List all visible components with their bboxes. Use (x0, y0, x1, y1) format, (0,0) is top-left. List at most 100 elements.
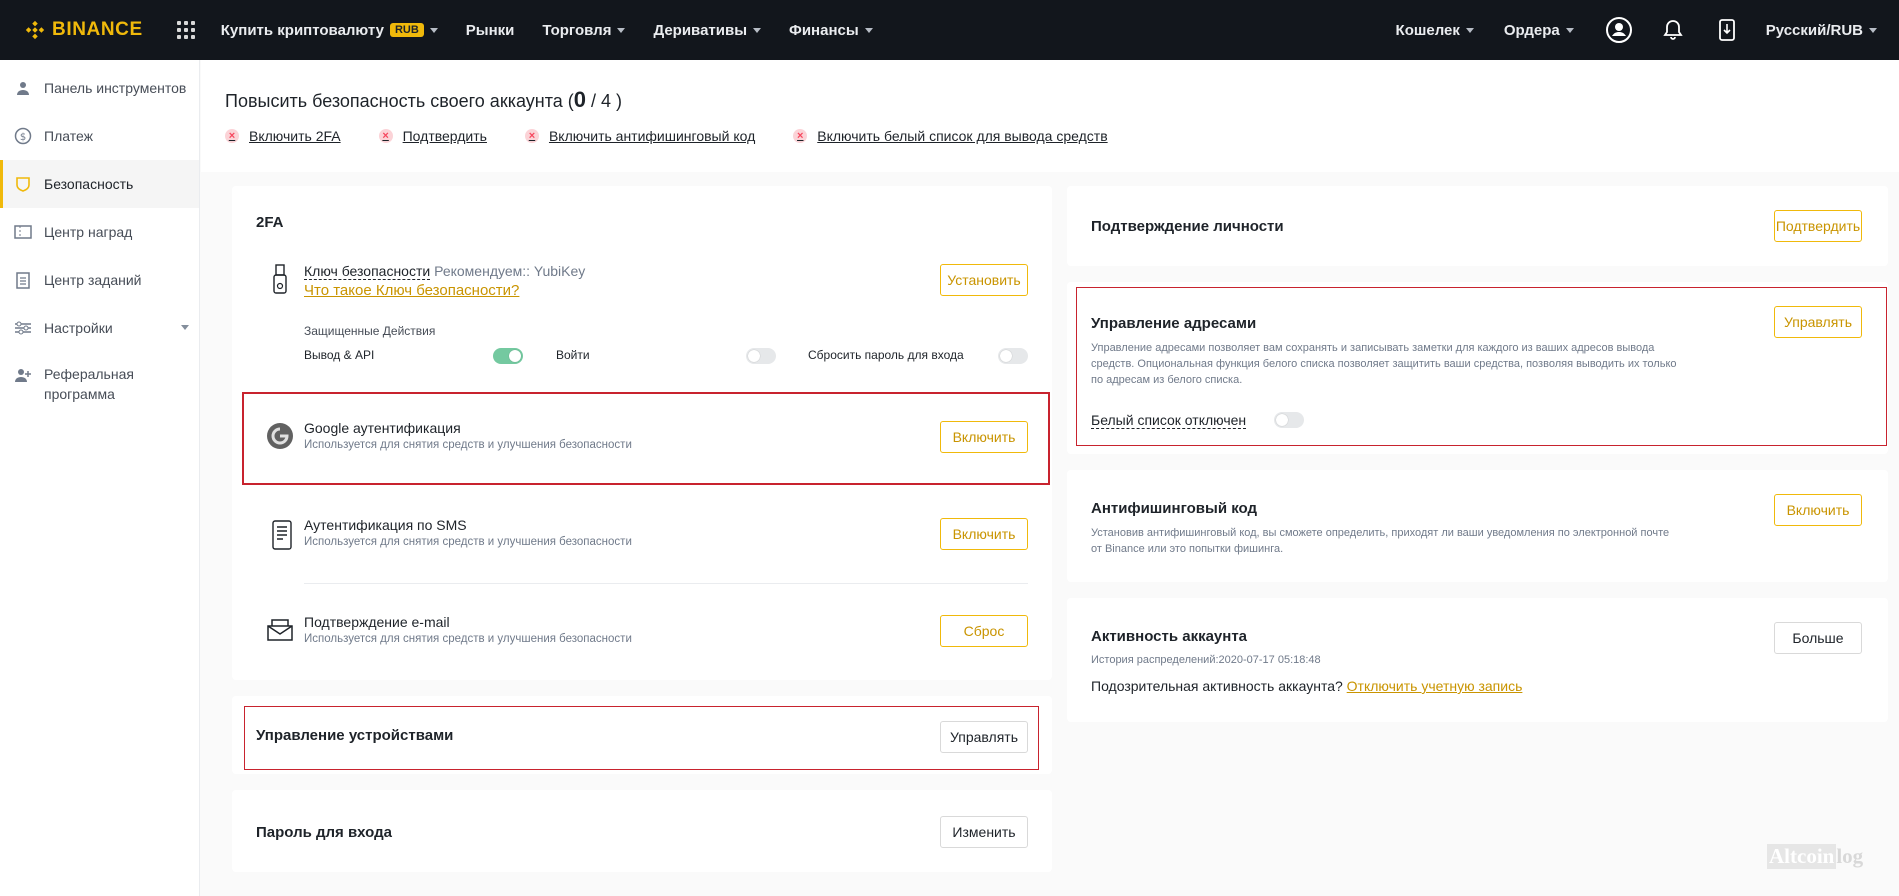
identity-card: Подтверждение личности Подтвердить (1067, 186, 1888, 266)
top-navigation-bar: BINANCE Купить криптовалюту RUB Рынки То… (0, 0, 1899, 60)
watermark-part: Altcoin (1767, 844, 1837, 869)
sidebar-item-label: Центр заданий (44, 272, 142, 288)
chevron-down-icon (617, 27, 626, 33)
sidebar-item-tasks[interactable]: Центр заданий (0, 256, 199, 304)
close-icon: × (225, 129, 239, 143)
add-user-icon (14, 366, 32, 384)
security-key-info-link[interactable]: Что такое Ключ безопасности? (304, 282, 519, 299)
verify-identity-button[interactable]: Подтвердить (1774, 210, 1862, 242)
login-toggle[interactable] (746, 348, 776, 364)
manage-devices-button[interactable]: Управлять (940, 721, 1028, 753)
nav-right: Кошелек Ордера Русский/RUB (1396, 0, 1877, 60)
withdraw-api-label: Вывод & API (304, 348, 375, 362)
sidebar-item-label: Настройки (44, 320, 113, 336)
progress-separator: / (586, 91, 602, 111)
todo-label: Включить 2FA (249, 128, 341, 144)
apps-grid-icon[interactable] (176, 21, 195, 39)
google-auth-subtitle: Используется для снятия средств и улучше… (304, 439, 632, 451)
reset-password-toggle[interactable] (998, 348, 1028, 364)
nav-buy-crypto[interactable]: Купить криптовалюту RUB (221, 22, 438, 39)
shield-icon (14, 175, 32, 193)
manage-addresses-button[interactable]: Управлять (1774, 306, 1862, 338)
enable-antiphishing-button[interactable]: Включить (1774, 494, 1862, 526)
svg-text:$: $ (20, 132, 26, 143)
address-desc-line: по адресам из белого списка. (1091, 374, 1243, 386)
twofa-card: 2FA Ключ безопасности Рекомендуем:: Yubi… (232, 186, 1052, 680)
binance-logo[interactable]: BINANCE (24, 19, 143, 41)
todo-antiphishing[interactable]: × Включить антифишинговый код (524, 128, 756, 144)
sidebar-item-label: Платеж (44, 128, 93, 144)
todo-whitelist[interactable]: × Включить белый список для вывода средс… (793, 128, 1108, 144)
altcoinlog-watermark: Altcoin log (1767, 844, 1863, 869)
todo-label: Включить белый список для вывода средств (817, 128, 1108, 144)
nav-buy-crypto-label: Купить криптовалюту (220, 21, 384, 39)
change-password-button[interactable]: Изменить (940, 816, 1028, 848)
todo-label: Подтвердить (402, 128, 487, 144)
antiphishing-title: Антифишинговый код (1091, 500, 1258, 517)
todo-label: Включить антифишинговый код (548, 128, 756, 144)
nav-wallet-label: Кошелек (1395, 21, 1460, 39)
currency-badge: RUB (389, 23, 424, 37)
email-icon (266, 618, 294, 647)
address-management-card: Управление адресами Управление адресами … (1067, 282, 1888, 454)
whitelist-toggle[interactable] (1274, 412, 1304, 428)
enable-google-auth-button[interactable]: Включить (940, 421, 1028, 453)
nav-finance-label: Финансы (789, 21, 859, 39)
sidebar-item-referral[interactable]: Реферальная программа (0, 352, 199, 410)
nav-wallet[interactable]: Кошелек (1396, 22, 1474, 39)
security-key-recommend: Рекомендуем:: YubiKey (434, 263, 586, 279)
withdraw-api-toggle[interactable] (493, 348, 523, 364)
sidebar-item-dashboard[interactable]: Панель инструментов (0, 64, 199, 112)
email-verify-title: Подтверждение e-mail (304, 614, 450, 630)
sidebar-item-settings[interactable]: Настройки (0, 304, 199, 352)
chevron-down-icon (1869, 27, 1877, 33)
todo-verify[interactable]: × Подтвердить (378, 128, 487, 144)
nav-derivatives[interactable]: Деривативы (653, 22, 762, 39)
login-password-card: Пароль для входа Изменить (232, 790, 1052, 872)
reset-email-button[interactable]: Сброс (940, 615, 1028, 647)
page-title-close: ) (611, 91, 623, 111)
todo-enable-2fa[interactable]: × Включить 2FA (225, 128, 341, 144)
language-selector[interactable]: Русский/RUB (1766, 22, 1877, 39)
install-security-key-button[interactable]: Установить (940, 264, 1028, 296)
brand-name: BINANCE (52, 19, 143, 40)
dollar-icon: $ (14, 127, 32, 145)
user-icon (14, 79, 32, 97)
distribution-history: История распределений:2020-07-17 05:18:4… (1091, 654, 1321, 666)
antiphishing-desc: Установив антифишинговый код, вы сможете… (1091, 525, 1751, 557)
bell-icon[interactable] (1658, 15, 1688, 45)
nav-markets[interactable]: Рынки (466, 22, 515, 39)
antiphishing-desc-line: Установив антифишинговый код, вы сможете… (1091, 527, 1670, 539)
identity-title: Подтверждение личности (1091, 218, 1284, 235)
reset-password-label: Сбросить пароль для входа (808, 348, 964, 362)
ticket-icon (14, 223, 32, 241)
sidebar-item-security[interactable]: Безопасность (0, 160, 199, 208)
whitelist-label: Белый список отключен (1091, 412, 1247, 429)
usb-key-icon (272, 264, 288, 303)
chevron-down-icon (181, 325, 189, 330)
download-icon[interactable] (1712, 15, 1742, 45)
suspicious-activity-text: Подозрительная активность аккаунта? (1091, 678, 1343, 694)
sidebar-item-rewards[interactable]: Центр наград (0, 208, 199, 256)
sidebar-item-label: Центр наград (44, 224, 133, 240)
page-title: Повысить безопасность своего аккаунта (0… (225, 87, 622, 113)
close-icon: × (378, 129, 393, 143)
profile-icon[interactable] (1604, 15, 1634, 45)
nav-trade[interactable]: Торговля (542, 22, 626, 39)
nav-orders[interactable]: Ордера (1504, 22, 1574, 39)
sidebar-item-payment[interactable]: $ Платеж (0, 112, 199, 160)
watermark-part: log (1836, 844, 1864, 868)
address-management-desc: Управление адресами позволяет вам сохран… (1091, 340, 1751, 388)
nav-finance[interactable]: Финансы (789, 22, 873, 39)
account-activity-title: Активность аккаунта (1091, 628, 1248, 645)
security-key-row: Ключ безопасности Рекомендуем:: YubiKey (304, 263, 586, 280)
security-key-title: Ключ безопасности (304, 263, 431, 280)
enable-sms-auth-button[interactable]: Включить (940, 518, 1028, 550)
close-icon: × (524, 129, 539, 143)
sms-icon (272, 520, 292, 555)
disable-account-link[interactable]: Отключить учетную запись (1347, 678, 1523, 694)
binance-logo-icon (24, 19, 46, 41)
antiphishing-card: Антифишинговый код Установив антифишинго… (1067, 470, 1888, 582)
more-activity-button[interactable]: Больше (1774, 622, 1862, 654)
divider (304, 583, 1028, 584)
